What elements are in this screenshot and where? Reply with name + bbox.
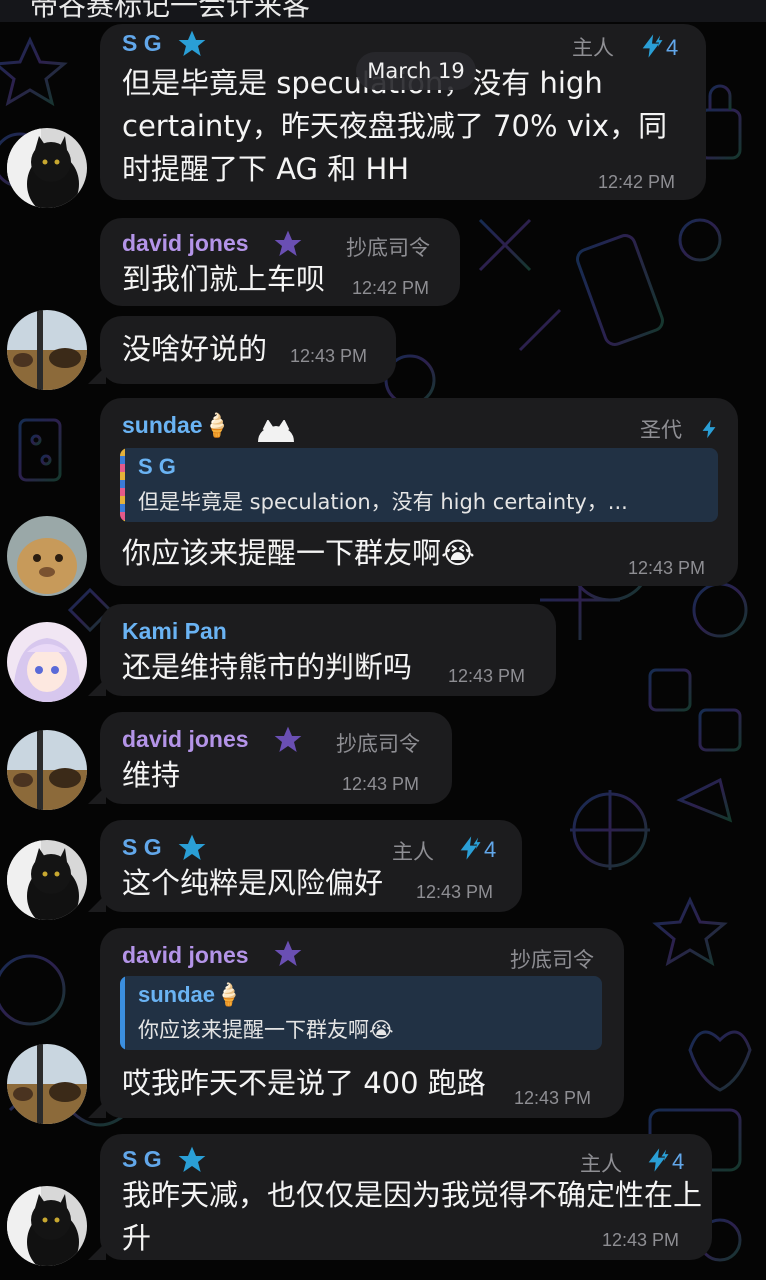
- message-bubble[interactable]: sundae🍦 圣代 S G 但是毕竟是 speculation，没有 high…: [100, 398, 738, 586]
- reply-sender: sundae🍦: [138, 982, 243, 1007]
- member-title: 抄底司令: [510, 948, 594, 972]
- sender-name[interactable]: S G: [122, 1146, 162, 1173]
- message-text: 还是维持熊市的判断吗: [122, 650, 413, 684]
- avatar-sg[interactable]: [7, 128, 87, 208]
- reply-accent-bar: [120, 976, 125, 1050]
- avatar-david-jones[interactable]: [7, 310, 87, 390]
- message-bubble[interactable]: david jones 抄底司令 sundae🍦 你应该来提醒一下群友啊😭 哎我…: [88, 928, 624, 1118]
- message-text: 到我们就上车呗: [122, 262, 326, 296]
- message-text: 你应该来提醒一下群友啊😭: [122, 536, 475, 570]
- member-title: 抄底司令: [336, 732, 420, 756]
- boost-icon: [702, 419, 716, 439]
- star-badge-icon: [274, 726, 302, 752]
- reply-text: 但是毕竟是 speculation，没有 high certainty，...: [138, 490, 628, 514]
- message-text: 没啥好说的: [122, 332, 268, 366]
- message-time: 12:43 PM: [448, 666, 526, 686]
- avatar-sundae[interactable]: [7, 516, 87, 596]
- message-time: 12:42 PM: [598, 172, 676, 192]
- boost-icon: [460, 836, 481, 860]
- sender-name[interactable]: david jones: [122, 942, 249, 969]
- boost-badge: 4: [644, 1146, 684, 1175]
- message-time: 12:43 PM: [602, 1230, 680, 1250]
- avatar-kami-pan[interactable]: [7, 622, 87, 702]
- reply-text: 你应该来提醒一下群友啊😭: [138, 1018, 394, 1042]
- boost-count: 4: [484, 837, 497, 862]
- sender-name[interactable]: Kami Pan: [122, 618, 227, 645]
- star-badge-icon: [274, 230, 302, 256]
- member-title: 主人: [572, 36, 614, 60]
- boost-icon: [642, 34, 663, 58]
- boost-badge: 4: [456, 834, 496, 863]
- reply-accent-bar: [120, 448, 125, 522]
- message-bubble[interactable]: 没啥好说的 12:43 PM: [88, 316, 396, 384]
- sender-name[interactable]: david jones: [122, 726, 249, 753]
- cat-sticker-icon: [258, 420, 294, 442]
- message-time: 12:43 PM: [514, 1088, 592, 1108]
- boost-count: 4: [672, 1149, 685, 1174]
- message-time: 12:43 PM: [290, 346, 368, 366]
- message-time: 12:43 PM: [342, 774, 420, 794]
- message-bubble[interactable]: S G 主人 4 我昨天减，也仅仅是因为我觉得不确定性在上升 12:43 PM: [88, 1134, 712, 1260]
- avatar-sg[interactable]: [7, 840, 87, 920]
- date-separator: March 19: [356, 52, 476, 90]
- message-bubble[interactable]: S G 主人 4 这个纯粹是风险偏好 12:43 PM: [88, 820, 522, 912]
- boost-count: 4: [666, 35, 679, 60]
- message-bubble[interactable]: david jones 抄底司令 维持 12:43 PM: [88, 712, 452, 804]
- star-badge-icon: [178, 30, 206, 56]
- reply-quote[interactable]: S G 但是毕竟是 speculation，没有 high certainty，…: [120, 448, 718, 522]
- sender-name[interactable]: david jones: [122, 230, 249, 257]
- chat-title: 帝谷赛标记一会计来客: [30, 0, 311, 22]
- avatar-david-jones[interactable]: [7, 1044, 87, 1124]
- sender-name[interactable]: S G: [122, 834, 162, 861]
- reply-sender: S G: [138, 454, 176, 479]
- boost-icon: [648, 1148, 669, 1172]
- message-bubble[interactable]: david jones 抄底司令 到我们就上车呗 12:42 PM: [100, 218, 460, 306]
- member-title: 抄底司令: [346, 236, 430, 260]
- star-badge-icon: [178, 834, 206, 860]
- star-badge-icon: [274, 940, 302, 966]
- reply-quote[interactable]: sundae🍦 你应该来提醒一下群友啊😭: [120, 976, 602, 1050]
- message-bubble[interactable]: S G 主人 4 但是毕竟是 speculation，没有 high certa…: [100, 24, 706, 200]
- message-bubble[interactable]: Kami Pan 还是维持熊市的判断吗 12:43 PM: [88, 604, 556, 696]
- message-time: 12:43 PM: [628, 558, 706, 578]
- boost-badge: 4: [638, 32, 678, 61]
- message-time: 12:43 PM: [416, 882, 494, 902]
- star-badge-icon: [178, 1146, 206, 1172]
- avatar-david-jones[interactable]: [7, 730, 87, 810]
- member-title: 主人: [392, 840, 434, 864]
- message-text: 这个纯粹是风险偏好: [122, 866, 384, 900]
- sender-emoji: 🍦: [202, 412, 232, 438]
- avatar-sg[interactable]: [7, 1186, 87, 1266]
- message-text: 维持: [122, 758, 181, 792]
- sender-name[interactable]: S G: [122, 30, 162, 57]
- message-text: 哎我昨天不是说了 400 跑路: [122, 1066, 486, 1100]
- member-title: 圣代: [640, 418, 682, 442]
- sender-name[interactable]: sundae🍦: [122, 412, 231, 439]
- message-time: 12:42 PM: [352, 278, 430, 298]
- chat-header-strip[interactable]: 帝谷赛标记一会计来客: [0, 0, 766, 22]
